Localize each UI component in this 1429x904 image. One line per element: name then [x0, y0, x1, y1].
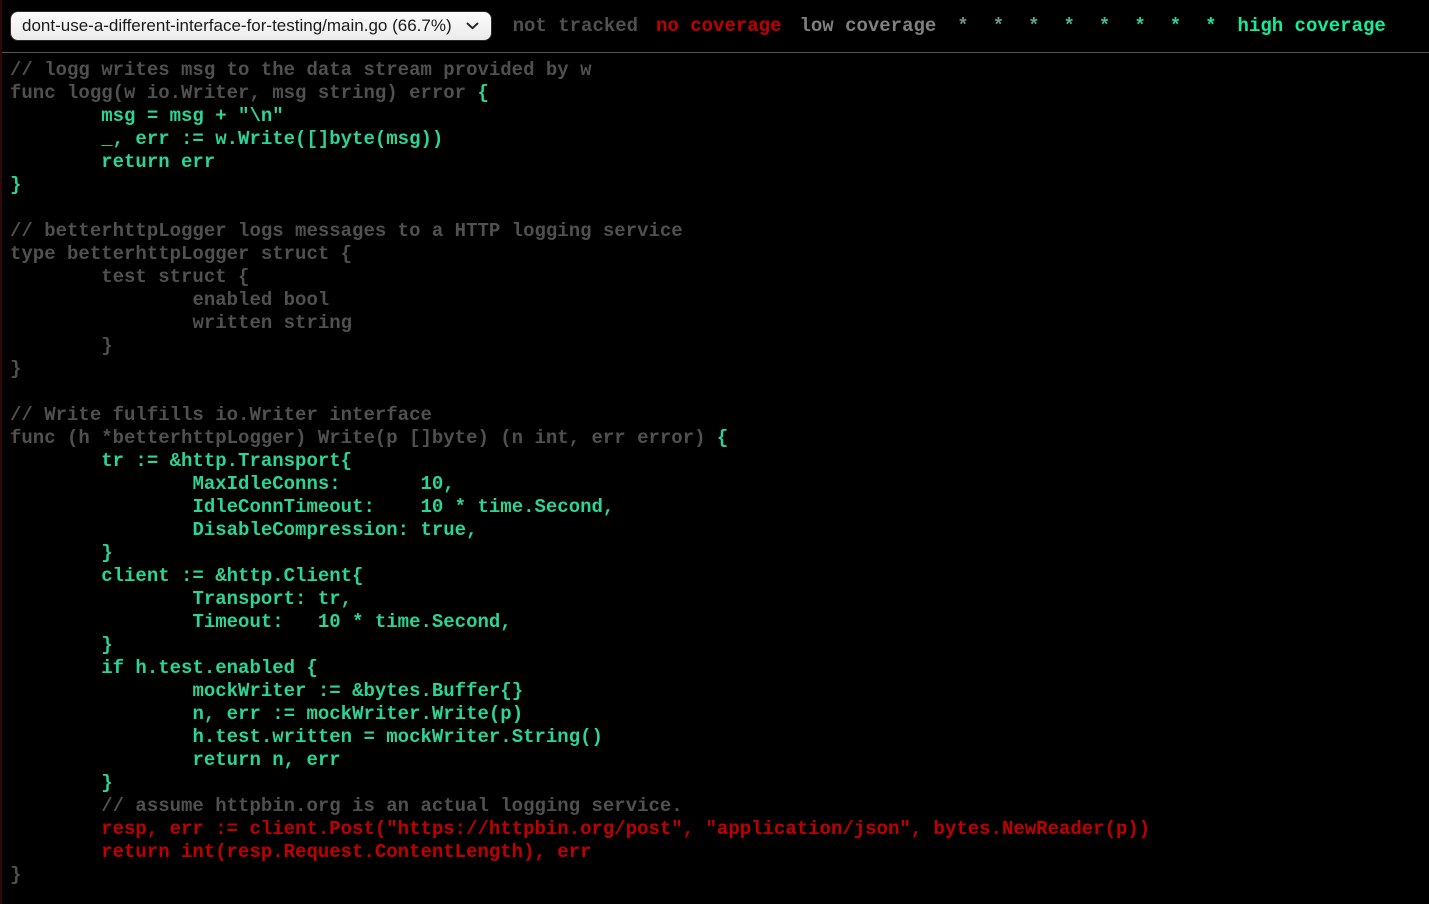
code-segment: // Write fulfills io.Writer interface	[10, 404, 432, 426]
code-line: func logg(w io.Writer, msg string) error…	[10, 82, 1429, 105]
coverage-star-icon: *	[1099, 15, 1110, 37]
legend-high-coverage: high coverage	[1238, 15, 1386, 37]
code-segment: // assume httpbin.org is an actual loggi…	[10, 795, 683, 817]
code-segment: _, err := w.Write([]byte(msg))	[10, 128, 443, 150]
code-line: _, err := w.Write([]byte(msg))	[10, 128, 1429, 151]
code-segment: }	[10, 358, 21, 380]
code-line: }	[10, 358, 1429, 381]
code-line: func (h *betterhttpLogger) Write(p []byt…	[10, 427, 1429, 450]
code-segment: IdleConnTimeout: 10 * time.Second,	[10, 496, 614, 518]
code-line: }	[10, 634, 1429, 657]
code-line	[10, 381, 1429, 404]
code-line: client := &http.Client{	[10, 565, 1429, 588]
topbar: dont-use-a-different-interface-for-testi…	[0, 0, 1429, 53]
code-segment: }	[10, 542, 113, 564]
code-segment: }	[10, 335, 113, 357]
code-line: n, err := mockWriter.Write(p)	[10, 703, 1429, 726]
code-line: return err	[10, 151, 1429, 174]
code-segment: return int(resp.Request.ContentLength), …	[10, 841, 592, 863]
code-line: // logg writes msg to the data stream pr…	[10, 59, 1429, 82]
code-segment: msg = msg + "\n"	[10, 105, 284, 127]
code-line: Timeout: 10 * time.Second,	[10, 611, 1429, 634]
code-line: type betterhttpLogger struct {	[10, 243, 1429, 266]
code-line: msg = msg + "\n"	[10, 105, 1429, 128]
code-segment: resp, err := client.Post("https://httpbi…	[10, 818, 1150, 840]
code-segment: Timeout: 10 * time.Second,	[10, 611, 512, 633]
code-line: }	[10, 772, 1429, 795]
code-segment: Transport: tr,	[10, 588, 352, 610]
code-line: return int(resp.Request.ContentLength), …	[10, 841, 1429, 864]
code-segment: client := &http.Client{	[10, 565, 363, 587]
code-line: DisableCompression: true,	[10, 519, 1429, 542]
code-line: return n, err	[10, 749, 1429, 772]
legend-no-coverage: no coverage	[656, 15, 781, 37]
code-segment: func (h *betterhttpLogger) Write(p []byt…	[10, 427, 717, 449]
coverage-star-icon: *	[957, 15, 968, 37]
code-segment: test struct {	[10, 266, 249, 288]
code-view: // logg writes msg to the data stream pr…	[0, 59, 1429, 887]
legend-not-tracked: not tracked	[513, 15, 638, 37]
left-edge-line	[0, 0, 2, 904]
code-line: Transport: tr,	[10, 588, 1429, 611]
code-line: }	[10, 174, 1429, 197]
chevron-down-icon	[466, 22, 479, 30]
code-segment: mockWriter := &bytes.Buffer{}	[10, 680, 523, 702]
code-segment: {	[717, 427, 728, 449]
code-segment: return err	[10, 151, 215, 173]
code-line: test struct {	[10, 266, 1429, 289]
legend-low-coverage: low coverage	[799, 15, 936, 37]
legend-gradient: * * * * * * * *	[945, 15, 1228, 37]
code-segment: // betterhttpLogger logs messages to a H…	[10, 220, 683, 242]
code-segment: // logg writes msg to the data stream pr…	[10, 59, 592, 81]
code-segment: }	[10, 634, 113, 656]
code-segment: type betterhttpLogger struct {	[10, 243, 352, 265]
coverage-star-icon: *	[1064, 15, 1075, 37]
coverage-legend: not tracked no coverage low coverage ***…	[504, 15, 1395, 37]
code-line: }	[10, 542, 1429, 565]
code-segment: written string	[10, 312, 352, 334]
code-segment: }	[10, 772, 113, 794]
code-line: resp, err := client.Post("https://httpbi…	[10, 818, 1429, 841]
code-line: }	[10, 864, 1429, 887]
code-line: // assume httpbin.org is an actual loggi…	[10, 795, 1429, 818]
coverage-star-icon: *	[1170, 15, 1181, 37]
code-line: mockWriter := &bytes.Buffer{}	[10, 680, 1429, 703]
code-segment: return n, err	[10, 749, 341, 771]
code-line: IdleConnTimeout: 10 * time.Second,	[10, 496, 1429, 519]
coverage-star-icon: *	[993, 15, 1004, 37]
code-segment: DisableCompression: true,	[10, 519, 477, 541]
code-segment: enabled bool	[10, 289, 329, 311]
code-segment: }	[10, 174, 21, 196]
coverage-star-icon: *	[1134, 15, 1145, 37]
code-segment: if h.test.enabled {	[10, 657, 318, 679]
code-line: }	[10, 335, 1429, 358]
code-segment: tr := &http.Transport{	[10, 450, 352, 472]
code-line: enabled bool	[10, 289, 1429, 312]
code-line	[10, 197, 1429, 220]
code-line: written string	[10, 312, 1429, 335]
code-segment: MaxIdleConns: 10,	[10, 473, 455, 495]
code-line: tr := &http.Transport{	[10, 450, 1429, 473]
file-select-value: dont-use-a-different-interface-for-testi…	[22, 16, 452, 36]
code-segment: h.test.written = mockWriter.String()	[10, 726, 603, 748]
coverage-star-icon: *	[1205, 15, 1216, 37]
coverage-star-icon: *	[1028, 15, 1039, 37]
code-line: MaxIdleConns: 10,	[10, 473, 1429, 496]
code-segment: func logg(w io.Writer, msg string) error	[10, 82, 477, 104]
code-line: h.test.written = mockWriter.String()	[10, 726, 1429, 749]
code-line: // betterhttpLogger logs messages to a H…	[10, 220, 1429, 243]
file-select[interactable]: dont-use-a-different-interface-for-testi…	[10, 11, 492, 41]
code-line: if h.test.enabled {	[10, 657, 1429, 680]
code-line: // Write fulfills io.Writer interface	[10, 404, 1429, 427]
code-segment: {	[477, 82, 488, 104]
code-segment: n, err := mockWriter.Write(p)	[10, 703, 523, 725]
code-segment: }	[10, 864, 21, 886]
